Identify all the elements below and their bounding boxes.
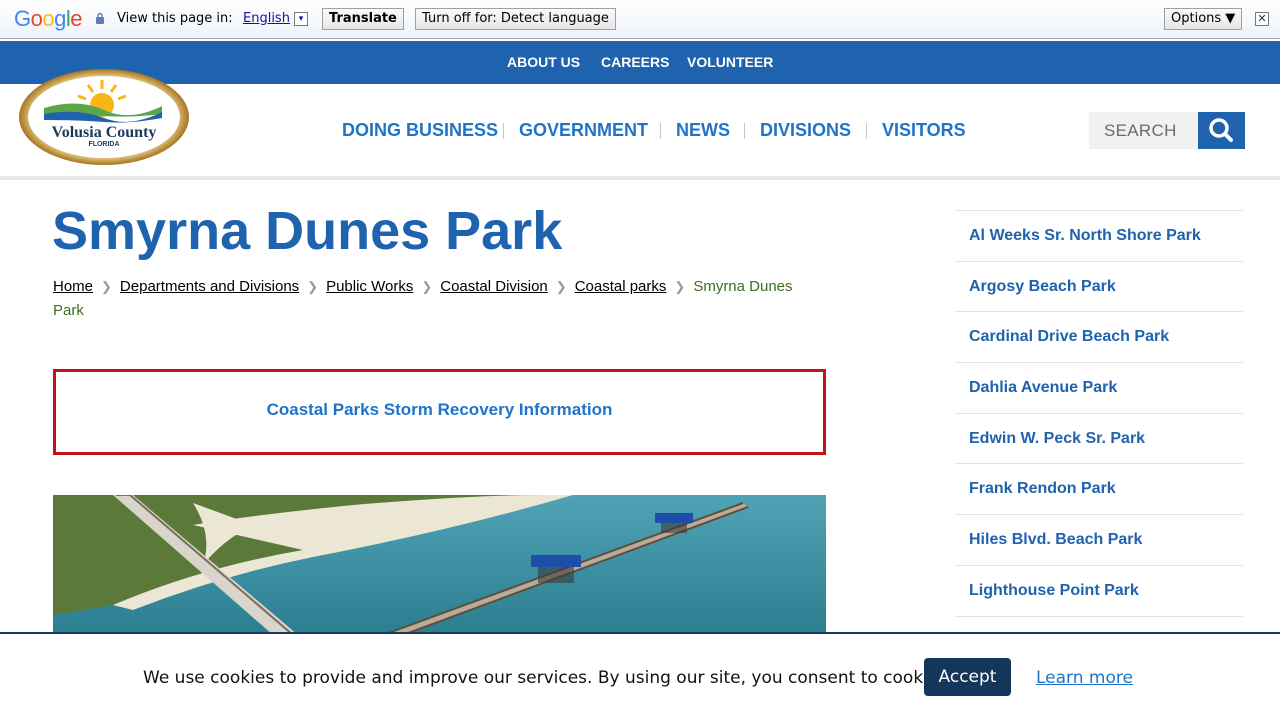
sidebar-item-cardinal-drive[interactable]: Cardinal Drive Beach Park <box>955 312 1243 364</box>
sidebar-item-edwin-peck[interactable]: Edwin W. Peck Sr. Park <box>955 414 1243 465</box>
learn-more-link[interactable]: Learn more <box>1036 668 1133 688</box>
nav-about-us[interactable]: ABOUT US <box>507 54 580 70</box>
nav-divider <box>660 123 661 139</box>
sidebar-item-hiles-blvd[interactable]: Hiles Blvd. Beach Park <box>955 515 1243 566</box>
translate-button[interactable]: Translate <box>322 8 404 30</box>
nav-doing-business[interactable]: DOING BUSINESS <box>342 120 498 141</box>
chevron-right-icon: ❯ <box>555 279 567 294</box>
turn-off-translate-button[interactable]: Turn off for: Detect language <box>415 8 616 30</box>
nav-divider <box>503 123 504 139</box>
nav-divider <box>744 123 745 139</box>
page-title: Smyrna Dunes Park <box>52 201 563 261</box>
chevron-right-icon: ❯ <box>101 279 112 294</box>
accept-cookies-button[interactable]: Accept <box>924 658 1011 696</box>
nav-news[interactable]: NEWS <box>676 120 730 141</box>
breadcrumb-home[interactable]: Home <box>53 278 93 295</box>
lock-icon <box>96 12 104 24</box>
breadcrumb: Home ❯ Departments and Divisions ❯ Public Wo… <box>53 275 823 323</box>
language-dropdown-icon[interactable]: ▾ <box>294 12 308 26</box>
google-logo: Google <box>14 6 83 31</box>
logo-name: Volusia County <box>52 124 157 141</box>
breadcrumb-departments[interactable]: Departments and Divisions <box>120 278 299 295</box>
search-input[interactable]: SEARCH <box>1089 112 1198 149</box>
volusia-county-logo[interactable]: Volusia County FLORIDA <box>18 68 190 166</box>
park-aerial-photo <box>53 495 826 635</box>
sidebar-item-dahlia-avenue[interactable]: Dahlia Avenue Park <box>955 363 1243 414</box>
breadcrumb-coastal-division[interactable]: Coastal Division <box>440 278 548 295</box>
nav-careers[interactable]: CAREERS <box>601 54 669 70</box>
translate-bar: Google View this page in: English ▾ Tran… <box>0 0 1280 39</box>
logo-subtitle: FLORIDA <box>88 141 119 148</box>
nav-government[interactable]: GOVERNMENT <box>519 120 648 141</box>
sidebar-item-lighthouse-point[interactable]: Lighthouse Point Park <box>955 566 1243 617</box>
chevron-right-icon: ❯ <box>307 279 319 294</box>
sidebar-item-frank-rendon[interactable]: Frank Rendon Park <box>955 464 1243 516</box>
options-button[interactable]: Options ▼ <box>1164 8 1243 30</box>
nav-divider <box>866 123 867 139</box>
sidebar-item-argosy[interactable]: Argosy Beach Park <box>955 262 1243 313</box>
breadcrumb-coastal-parks[interactable]: Coastal parks <box>575 278 667 295</box>
storm-recovery-link[interactable]: Coastal Parks Storm Recovery Information <box>56 400 823 420</box>
close-icon[interactable]: ✕ <box>1255 12 1269 26</box>
utility-nav: ABOUT US CAREERS VOLUNTEER <box>0 41 1280 84</box>
search-icon <box>1209 118 1233 142</box>
chevron-right-icon: ❯ <box>674 279 686 294</box>
breadcrumb-public-works[interactable]: Public Works <box>326 278 413 295</box>
nav-visitors[interactable]: VISITORS <box>882 120 966 141</box>
cookie-consent-bar: We use cookies to provide and improve ou… <box>0 632 1280 720</box>
cookie-message: We use cookies to provide and improve ou… <box>143 668 953 688</box>
nav-divisions[interactable]: DIVISIONS <box>760 120 851 141</box>
nav-volunteer[interactable]: VOLUNTEER <box>687 54 773 70</box>
chevron-right-icon: ❯ <box>421 279 433 294</box>
language-link[interactable]: English <box>243 11 290 26</box>
sidebar-item-al-weeks[interactable]: Al Weeks Sr. North Shore Park <box>955 211 1243 262</box>
storm-recovery-alert: Coastal Parks Storm Recovery Information <box>53 369 826 455</box>
search-button[interactable] <box>1198 112 1245 149</box>
translate-prompt: View this page in: <box>117 11 233 26</box>
coastal-parks-sidebar: Al Weeks Sr. North Shore Park Argosy Bea… <box>955 210 1243 617</box>
